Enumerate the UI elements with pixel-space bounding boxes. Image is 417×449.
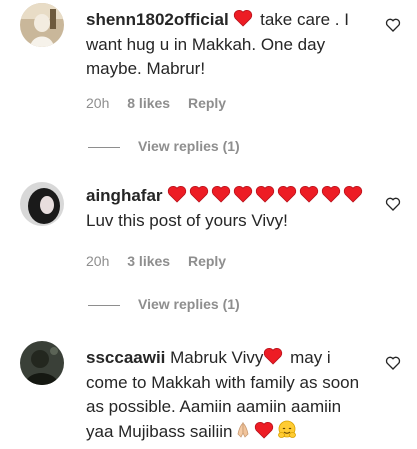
avatar[interactable]: [20, 182, 64, 226]
comment-time: 20h: [86, 253, 110, 269]
heart-outline-icon[interactable]: [385, 17, 401, 33]
comment-meta: 20h 3 likes Reply: [86, 253, 240, 269]
view-replies-label: View replies (1): [138, 138, 240, 154]
red-heart-icon: [263, 347, 283, 365]
heart-outline-icon[interactable]: [385, 196, 401, 212]
comment-username[interactable]: ainghafar: [86, 186, 163, 205]
red-heart-icon: [211, 185, 231, 203]
praying-hands-icon: [233, 420, 253, 440]
comment-body: Luv this post of yours Vivy!: [86, 210, 288, 230]
hugging-face-icon: [277, 420, 297, 440]
comment-username[interactable]: ssccaawii: [86, 348, 165, 367]
comment-likes[interactable]: 3 likes: [127, 253, 170, 269]
red-heart-icon: [233, 9, 253, 27]
comment-text: ssccaawii Mabruk Vivy may i come to Makk…: [86, 346, 366, 444]
reply-button[interactable]: Reply: [188, 253, 226, 269]
red-heart-icon: [233, 185, 253, 203]
reply-button[interactable]: Reply: [188, 95, 226, 111]
comment-text: shenn1802official take care . I want hug…: [86, 8, 366, 82]
divider-line: [88, 146, 120, 148]
comment-body-part-1: Mabruk Vivy: [170, 348, 264, 367]
red-heart-icon: [167, 185, 187, 203]
red-heart-icon: [321, 185, 341, 203]
red-heart-icon: [254, 421, 274, 439]
heart-outline-icon[interactable]: [385, 355, 401, 371]
comment-username[interactable]: shenn1802official: [86, 10, 229, 29]
comment-text: ainghafar Luv this post of yours Vivy!: [86, 184, 366, 233]
red-heart-icon: [343, 185, 363, 203]
divider-line: [88, 304, 120, 306]
red-heart-icon: [277, 185, 297, 203]
comment-meta: 20h 8 likes Reply: [86, 95, 240, 111]
comment-time: 20h: [86, 95, 110, 111]
avatar[interactable]: [20, 3, 64, 47]
avatar[interactable]: [20, 341, 64, 385]
view-replies-button[interactable]: View replies (1): [88, 296, 240, 312]
red-heart-icon: [255, 185, 275, 203]
view-replies-label: View replies (1): [138, 296, 240, 312]
red-heart-icon: [189, 185, 209, 203]
comment-likes[interactable]: 8 likes: [127, 95, 170, 111]
view-replies-button[interactable]: View replies (1): [88, 138, 240, 154]
red-heart-icon: [299, 185, 319, 203]
